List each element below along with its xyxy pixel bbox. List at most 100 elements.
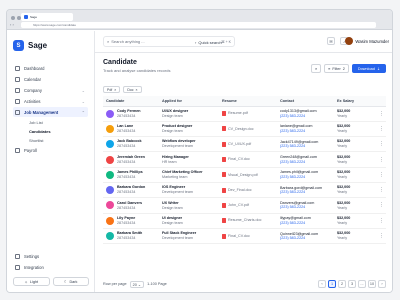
page-button[interactable]: 3 — [348, 280, 356, 288]
column-header[interactable]: Candidate — [103, 96, 159, 107]
file-icon — [222, 126, 226, 132]
file-name: CV_UI/UX.pdf — [228, 141, 252, 146]
salary-cell: $32,000 Yearly — [334, 121, 374, 138]
more-options-icon[interactable]: ⋮ — [374, 182, 386, 199]
search-button[interactable]: ⌕ — [311, 64, 322, 73]
download-icon: ⇣ — [376, 67, 380, 71]
applied-cell: Hiring Manager HR team — [159, 151, 219, 168]
sidebar-item-activities[interactable]: Activities ⌄ — [13, 96, 88, 106]
candidate-info: Jack Babcock 287453434 — [117, 139, 142, 149]
table-row[interactable]: Cody Fermen 287453434 UI/UX designer Design… — [103, 106, 386, 122]
quick-search[interactable]: › Quick search — [195, 37, 222, 48]
contact-phone[interactable]: (223) 583-2224 — [280, 144, 334, 149]
contact-cell: cody1313@gmail.com (223) 583-2224 — [277, 106, 334, 122]
sidebar-subitem-job-list[interactable]: Job List — [13, 118, 88, 127]
sidebar-item-label: Job Management — [24, 109, 59, 115]
nav-arrows-icon[interactable]: ‹ › — [10, 22, 14, 27]
more-options-icon[interactable]: ⋮ — [374, 106, 386, 122]
column-header[interactable]: Applied for — [159, 96, 219, 107]
sidebar-subitem-shortlist[interactable]: Shortlist — [13, 136, 88, 145]
more-options-icon[interactable]: ⋮ — [374, 121, 386, 138]
more-options-icon[interactable]: ⋮ — [374, 197, 386, 214]
search-input[interactable]: ⌕ Search anything ... ⌘ + K › Quick searc… — [103, 36, 235, 47]
resume-file[interactable]: Final_CV.doc — [222, 233, 277, 239]
close-icon[interactable]: × — [136, 88, 138, 92]
table-row[interactable]: Jack Babcock 287453434 Webflow developer De… — [103, 136, 386, 153]
filter-button[interactable]: ≡ Filter 2 — [324, 64, 349, 73]
candidate-cell: Lily Payne 287453434 — [103, 213, 159, 229]
browser-tab[interactable]: Sage — [21, 13, 73, 21]
salary-period: Yearly — [337, 129, 348, 134]
address-bar[interactable]: https://www.sage.com/candidate — [21, 22, 376, 28]
light-theme-button[interactable]: ☼ Light — [13, 277, 50, 286]
candidate: Lily Payne 287453434 — [106, 216, 159, 226]
column-header[interactable]: Resume — [219, 96, 277, 107]
sidebar-item-calendar[interactable]: Calendar — [13, 74, 88, 84]
table-row[interactable]: Lily Payne 287453434 UI designer Design tea… — [103, 213, 386, 229]
rows-per-page-select[interactable]: 20 ⌄ — [129, 280, 145, 288]
table-row[interactable]: Lan Lane 287453434 Product designer Design … — [103, 121, 386, 138]
sidebar-item-payroll[interactable]: Payroll — [13, 145, 88, 155]
contact-phone[interactable]: (223) 583-2224 — [280, 129, 334, 134]
more-options-icon[interactable]: ⋮ — [374, 213, 386, 229]
user-menu[interactable]: Wasim Mazumder — [345, 37, 389, 45]
search-icon: ⌕ — [315, 66, 318, 71]
sidebar-item-company[interactable]: Company ⌄ — [13, 85, 88, 95]
contact-phone[interactable]: (223) 583-2224 — [280, 221, 334, 226]
contact-phone[interactable]: (223) 583-2224 — [280, 114, 334, 119]
candidate-cell: Carol Danvers 287453434 — [103, 197, 159, 214]
more-options-icon[interactable]: ⋮ — [374, 136, 386, 153]
contact-phone[interactable]: (223) 583-2224 — [280, 190, 334, 195]
contact-phone[interactable]: (223) 583-2224 — [280, 205, 334, 210]
more-options-icon[interactable]: ⋮ — [374, 151, 386, 168]
applied-cell: Product designer Design team — [159, 121, 219, 138]
page-button[interactable]: 10 — [368, 280, 376, 288]
dark-theme-button[interactable]: ☾ Dark — [52, 277, 89, 286]
resume-file[interactable]: Visual_Design.pdf — [222, 172, 277, 178]
shortcut-hint: ⌘ + K — [221, 39, 231, 44]
table-row[interactable]: Jeremiah Green 287453434 Hiring Manager HR … — [103, 151, 386, 168]
prev-page-button[interactable]: ‹ — [318, 280, 326, 288]
sidebar-subitem-candidates[interactable]: Candidates — [13, 127, 88, 136]
chip-pdf[interactable]: Pdf × — [103, 86, 121, 93]
candidate-info: Carol Danvers 287453434 — [117, 201, 142, 211]
table-row[interactable]: Barbara Gordon 287453434 IOS Engineer Devel… — [103, 182, 386, 199]
resume-file[interactable]: CV_UI/UX.pdf — [222, 141, 277, 147]
resume-file[interactable]: Dev_Final.doc — [222, 187, 277, 193]
brand-name: Sage — [28, 41, 48, 50]
sidebar-item-settings[interactable]: Settings — [13, 251, 89, 261]
table-row[interactable]: James Phillips 287453434 Chief Marketing O… — [103, 167, 386, 183]
salary-cell: $32,000 Yearly — [334, 197, 374, 214]
chip-doc[interactable]: Doc × — [123, 86, 142, 93]
file-icon — [222, 187, 226, 193]
salary-period: Yearly — [337, 236, 348, 241]
resume-file[interactable]: Final_CV.doc — [222, 157, 277, 163]
contact-phone[interactable]: (223) 583-2224 — [280, 236, 334, 241]
close-dot[interactable] — [11, 16, 15, 20]
main-content: ⌕ Search anything ... ⌘ + K › Quick searc… — [95, 31, 392, 292]
resume-file[interactable]: Resume.pdf — [222, 111, 277, 117]
contact-phone[interactable]: (223) 583-2224 — [280, 160, 334, 165]
applied-team: Marketing team — [162, 175, 188, 180]
page-button[interactable]: 1 — [328, 280, 336, 288]
more-options-icon[interactable]: ⋮ — [374, 167, 386, 183]
resume-file[interactable]: John_CV.pdf — [222, 202, 277, 208]
sidebar-item-job-management[interactable]: Job Management ⌃ — [13, 107, 88, 117]
contact-phone[interactable]: (223) 583-2224 — [280, 175, 334, 180]
page-button[interactable]: 2 — [338, 280, 346, 288]
download-button[interactable]: Download ⇣ — [351, 64, 386, 73]
table-row[interactable]: Barbara Smith 287453434 Full Stack Enginee… — [103, 228, 386, 245]
close-icon[interactable]: × — [114, 88, 116, 92]
message-icon[interactable]: ✉ — [327, 37, 335, 45]
table-row[interactable]: Carol Danvers 287453434 UX Writer Design te… — [103, 197, 386, 214]
sidebar-item-integration[interactable]: Integration — [13, 262, 89, 272]
next-page-button[interactable]: › — [378, 280, 386, 288]
resume-file[interactable]: CV_Design.doc — [222, 126, 277, 132]
sidebar-item-dashboard[interactable]: Dashboard — [13, 63, 88, 73]
resume-file[interactable]: Resume_Charis.doc — [222, 218, 277, 224]
candidate-table: Candidate Applied for Resume Contact Ex … — [103, 96, 386, 245]
column-header[interactable]: Ex Salary — [334, 96, 374, 107]
column-header[interactable]: Contact — [277, 96, 334, 107]
more-options-icon[interactable]: ⋮ — [374, 228, 386, 245]
applied-team: Development team — [162, 190, 193, 195]
